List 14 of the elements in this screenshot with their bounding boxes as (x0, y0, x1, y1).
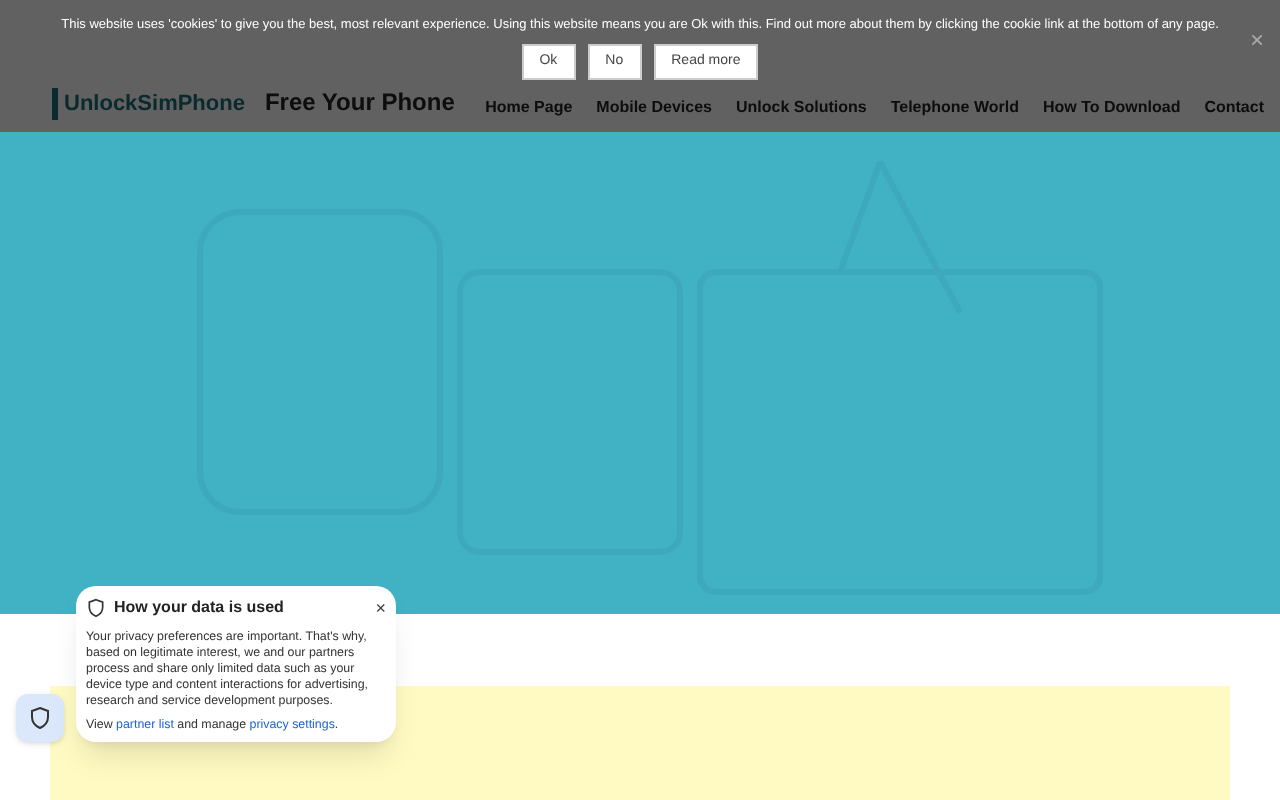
site-logo[interactable]: UnlockSimPhone (52, 87, 245, 120)
nav-link[interactable]: Contact (1204, 96, 1264, 120)
nav-link[interactable]: Telephone World (890, 96, 1019, 120)
shield-icon (86, 598, 106, 618)
nav-link[interactable]: Home Page (485, 96, 573, 120)
popup-title: How your data is used (114, 596, 284, 620)
site-tagline: Free Your Phone (264, 86, 455, 120)
shield-icon (28, 706, 52, 730)
privacy-shield-button[interactable] (16, 694, 64, 742)
close-button[interactable]: × (1249, 28, 1264, 52)
nav-link[interactable]: Mobile Devices (596, 96, 712, 120)
nav-link[interactable]: Unlock Solutions (735, 96, 867, 120)
nav-link[interactable]: How To Download (1042, 96, 1181, 120)
close-button[interactable]: × (375, 599, 386, 617)
